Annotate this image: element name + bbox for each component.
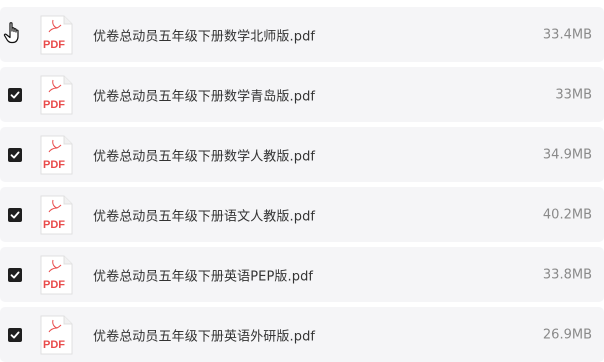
pdf-file-icon: PDF	[40, 315, 73, 355]
file-row[interactable]: PDF 优卷总动员五年级下册语文人教版.pdf 40.2MB	[0, 187, 604, 242]
pdf-file-icon: PDF	[40, 255, 73, 295]
file-checkbox[interactable]	[8, 147, 22, 162]
pdf-file-icon: PDF	[40, 75, 73, 115]
file-size: 33.4MB	[542, 27, 592, 42]
file-row[interactable]: PDF 优卷总动员五年级下册数学人教版.pdf 34.9MB	[0, 127, 604, 182]
checkmark-icon	[10, 271, 20, 278]
svg-text:PDF: PDF	[43, 339, 65, 351]
file-row[interactable]: PDF 优卷总动员五年级下册数学青岛版.pdf 33MB	[0, 67, 604, 122]
file-size: 40.2MB	[542, 207, 592, 222]
file-checkbox[interactable]	[8, 267, 22, 282]
file-name[interactable]: 优卷总动员五年级下册数学人教版.pdf	[93, 145, 315, 164]
file-name[interactable]: 优卷总动员五年级下册语文人教版.pdf	[93, 205, 315, 224]
pdf-file-icon: PDF	[40, 135, 73, 175]
pdf-file-icon: PDF	[40, 15, 73, 55]
file-name[interactable]: 优卷总动员五年级下册数学北师版.pdf	[93, 25, 315, 44]
svg-text:PDF: PDF	[43, 279, 65, 291]
file-size: 34.9MB	[542, 147, 592, 162]
pdf-file-icon: PDF	[40, 195, 73, 235]
file-checkbox[interactable]	[8, 327, 22, 342]
file-size: 26.9MB	[542, 327, 592, 342]
file-name[interactable]: 优卷总动员五年级下册英语PEP版.pdf	[93, 265, 313, 284]
checkmark-icon	[10, 331, 20, 338]
checkmark-icon	[10, 211, 20, 218]
file-size: 33MB	[555, 87, 592, 102]
checkmark-icon	[10, 91, 20, 98]
file-checkbox[interactable]	[8, 207, 22, 222]
checkmark-icon	[10, 151, 20, 158]
hand-pointer-icon	[3, 21, 23, 49]
file-size: 33.8MB	[542, 267, 592, 282]
file-row[interactable]: PDF 优卷总动员五年级下册数学北师版.pdf 33.4MB	[0, 7, 604, 62]
file-row[interactable]: PDF 优卷总动员五年级下册英语外研版.pdf 26.9MB	[0, 307, 604, 362]
file-row[interactable]: PDF 优卷总动员五年级下册英语PEP版.pdf 33.8MB	[0, 247, 604, 302]
svg-text:PDF: PDF	[43, 99, 65, 111]
file-name[interactable]: 优卷总动员五年级下册英语外研版.pdf	[93, 325, 315, 344]
file-name[interactable]: 优卷总动员五年级下册数学青岛版.pdf	[93, 85, 315, 104]
svg-text:PDF: PDF	[43, 219, 65, 231]
svg-text:PDF: PDF	[43, 39, 65, 51]
svg-text:PDF: PDF	[43, 159, 65, 171]
file-checkbox[interactable]	[8, 87, 22, 102]
